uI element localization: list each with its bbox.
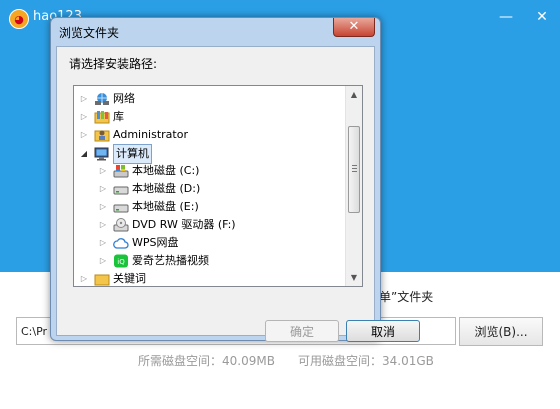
tree-scrollbar[interactable]: ▲ ▼	[345, 86, 362, 286]
tree-item-label: 本地磁盘 (C:)	[132, 164, 200, 177]
expand-arrow-icon[interactable]: ▷	[78, 90, 90, 108]
tree-item[interactable]: ▷ iQ 爱奇艺热播视频	[97, 252, 209, 270]
tree-item[interactable]: ▷ Administrator	[78, 126, 188, 144]
folder-tree[interactable]: ▷ 网络 ▷ 库 ▷ Administrator ◢ 计算机 ▷ 本地磁盘 (C:) ▷ 本地磁盘 (…	[73, 85, 363, 287]
library-icon	[94, 110, 110, 124]
tree-item-label: 库	[113, 110, 124, 123]
close-button[interactable]: ✕	[530, 6, 554, 28]
tree-item-label: 爱奇艺热播视频	[132, 254, 209, 267]
tree-item[interactable]: ▷ 本地磁盘 (D:)	[97, 180, 200, 198]
tree-item-label: 本地磁盘 (D:)	[132, 182, 201, 195]
browse-folder-dialog: 浏览文件夹 ✕ 请选择安装路径: ▷ 网络 ▷ 库 ▷ Administrator ◢ 计算机…	[50, 17, 420, 342]
expand-arrow-icon[interactable]: ▷	[78, 270, 90, 286]
dialog-client-area: 请选择安装路径: ▷ 网络 ▷ 库 ▷ Administrator ◢ 计算机 ▷ 本地磁盘 (C…	[56, 46, 420, 342]
scroll-down-arrow-icon[interactable]: ▼	[346, 269, 362, 286]
expand-arrow-icon[interactable]: ▷	[97, 198, 109, 216]
expand-arrow-icon[interactable]: ▷	[97, 180, 109, 198]
scrollbar-thumb[interactable]	[348, 126, 360, 213]
tree-item-label: 关键词	[113, 272, 146, 285]
tree-item[interactable]: ▷ WPS网盘	[97, 234, 179, 252]
folder-icon	[94, 272, 110, 286]
dialog-prompt: 请选择安装路径:	[69, 57, 158, 71]
iqiyi-icon: iQ	[113, 254, 129, 268]
expanded-arrow-icon[interactable]: ◢	[78, 145, 90, 163]
tree-item-label: 计算机	[113, 144, 152, 164]
tree-item[interactable]: ▷ DVD RW 驱动器 (F:)	[97, 216, 236, 234]
system-drive-icon	[113, 164, 129, 178]
dvd-drive-icon	[113, 218, 129, 232]
network-icon	[94, 92, 110, 106]
expand-arrow-icon[interactable]: ▷	[78, 108, 90, 126]
expand-arrow-icon[interactable]: ▷	[97, 234, 109, 252]
tree-item[interactable]: ▷ 本地磁盘 (C:)	[97, 162, 199, 180]
available-space-text: 可用磁盘空间：34.01GB	[298, 354, 434, 368]
minimize-button[interactable]: —	[494, 6, 518, 28]
computer-icon	[94, 147, 110, 161]
dialog-title: 浏览文件夹	[59, 26, 120, 40]
browse-button[interactable]: 浏览(B)...	[459, 317, 543, 346]
tree-item-label: DVD RW 驱动器 (F:)	[132, 218, 236, 231]
cloud-drive-icon	[113, 236, 129, 250]
tree-item[interactable]: ▷ 库	[78, 108, 124, 126]
tree-item[interactable]: ▷ 关键词	[78, 270, 146, 286]
drive-icon	[113, 200, 129, 214]
tree-item[interactable]: ◢ 计算机	[78, 144, 152, 164]
expand-arrow-icon[interactable]: ▷	[97, 162, 109, 180]
expand-arrow-icon[interactable]: ▷	[78, 126, 90, 144]
app-logo-icon: ◕	[9, 9, 29, 29]
tree-item[interactable]: ▷ 本地磁盘 (E:)	[97, 198, 199, 216]
tree-item-label: 本地磁盘 (E:)	[132, 200, 199, 213]
expand-arrow-icon[interactable]: ▷	[97, 216, 109, 234]
user-folder-icon	[94, 128, 110, 142]
tree-item-label: WPS网盘	[132, 236, 179, 249]
required-space-text: 所需磁盘空间：40.09MB	[138, 354, 275, 368]
cancel-button[interactable]: 取消	[346, 320, 420, 342]
ok-button[interactable]: 确定	[265, 320, 339, 342]
tree-item-label: Administrator	[113, 128, 188, 141]
tree-item-label: 网络	[113, 92, 135, 105]
svg-text:iQ: iQ	[117, 258, 125, 266]
expand-arrow-icon[interactable]: ▷	[97, 252, 109, 270]
scroll-up-arrow-icon[interactable]: ▲	[346, 86, 362, 103]
drive-icon	[113, 182, 129, 196]
tree-item[interactable]: ▷ 网络	[78, 90, 135, 108]
dialog-close-button[interactable]: ✕	[333, 18, 375, 37]
